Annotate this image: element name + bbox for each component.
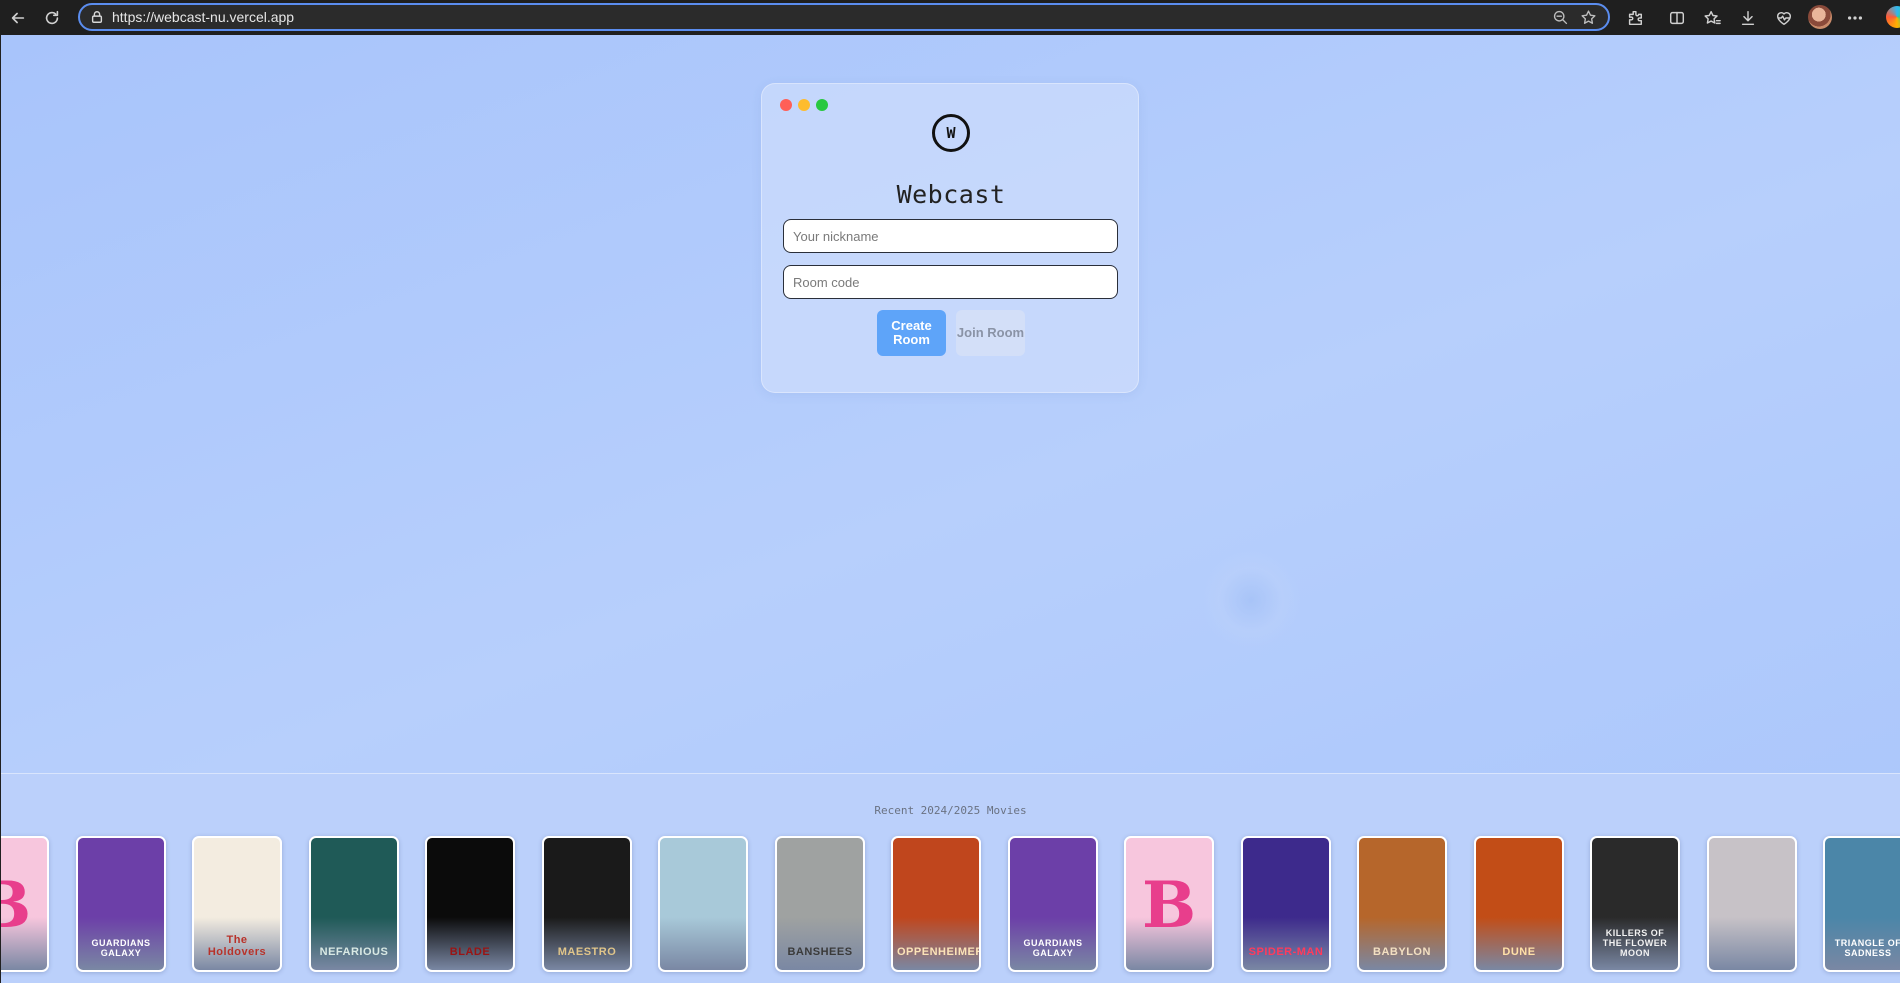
- join-card: W Webcast Create Room Join Room: [761, 83, 1139, 393]
- webcast-logo-icon: W: [932, 114, 970, 152]
- movie-poster-maestro[interactable]: MAESTRO: [542, 836, 632, 972]
- room-code-input[interactable]: [783, 265, 1118, 299]
- browser-essentials-icon[interactable]: [1771, 5, 1797, 31]
- movie-poster-oppenheimer[interactable]: OPPENHEIMER: [891, 836, 981, 972]
- movie-poster-babylon[interactable]: BABYLON: [1357, 836, 1447, 972]
- url-text[interactable]: https://webcast-nu.vercel.app: [112, 9, 294, 25]
- movie-poster-the-holdovers[interactable]: The Holdovers: [192, 836, 282, 972]
- profile-avatar[interactable]: [1808, 5, 1832, 29]
- movie-poster-triangle-of-sadness[interactable]: TRIANGLE OF SADNESS: [1823, 836, 1900, 972]
- address-bar[interactable]: https://webcast-nu.vercel.app: [78, 3, 1610, 31]
- refresh-icon[interactable]: [39, 5, 65, 31]
- movie-poster-spider-verse[interactable]: SPIDER-MAN: [1241, 836, 1331, 972]
- poster-title: GUARDIANS GALAXY: [1023, 938, 1083, 958]
- movie-poster-blade[interactable]: BLADE: [425, 836, 515, 972]
- poster-title: KILLERS OF THE FLOWER MOON: [1602, 928, 1668, 958]
- favorites-icon[interactable]: [1699, 5, 1725, 31]
- poster-title: The Holdovers: [207, 934, 267, 958]
- zoom-out-icon[interactable]: [1552, 9, 1570, 27]
- poster-title: DUNE: [1502, 946, 1536, 958]
- movie-poster-killers-of-the-flower-moon[interactable]: KILLERS OF THE FLOWER MOON: [1590, 836, 1680, 972]
- poster-title: B: [1141, 868, 1197, 943]
- join-room-button[interactable]: Join Room: [956, 310, 1025, 356]
- movies-heading: Recent 2024/2025 Movies: [874, 804, 1027, 817]
- window-maximize-dot: [816, 99, 828, 111]
- movie-poster-barbie[interactable]: B: [1, 836, 49, 972]
- movie-carousel: Recent 2024/2025 Movies B GUARDIANS GALAX…: [1, 773, 1900, 983]
- split-screen-icon[interactable]: [1664, 5, 1690, 31]
- browser-toolbar: https://webcast-nu.vercel.app: [0, 0, 1900, 35]
- poster-title: BANSHEES: [787, 946, 853, 958]
- movie-poster-banshees-of-inisherin[interactable]: BANSHEES: [775, 836, 865, 972]
- window-close-dot: [780, 99, 792, 111]
- movie-poster-poor-things[interactable]: [1707, 836, 1797, 972]
- copilot-icon[interactable]: [1886, 6, 1900, 28]
- movie-poster-greatest-beer-run[interactable]: [658, 836, 748, 972]
- poster-title: TRIANGLE OF SADNESS: [1834, 938, 1900, 958]
- poster-title: BABYLON: [1373, 946, 1431, 958]
- poster-title: MAESTRO: [557, 946, 617, 958]
- decorative-bubble: [1201, 550, 1301, 650]
- webpage: W Webcast Create Room Join Room Recent 2…: [1, 35, 1900, 983]
- poster-title: GUARDIANS GALAXY: [91, 938, 151, 958]
- app-title: Webcast: [896, 180, 1006, 209]
- poster-title: SPIDER-MAN: [1248, 946, 1324, 958]
- create-room-button[interactable]: Create Room: [877, 310, 946, 356]
- poster-title: NEFARIOUS: [319, 946, 389, 958]
- poster-title: OPPENHEIMER: [897, 946, 981, 958]
- movie-poster-barbie-2[interactable]: B: [1124, 836, 1214, 972]
- extensions-icon[interactable]: [1622, 5, 1648, 31]
- more-options-icon[interactable]: [1842, 5, 1868, 31]
- movie-poster-guardians-of-the-galaxy[interactable]: GUARDIANS GALAXY: [76, 836, 166, 972]
- movie-poster-dune[interactable]: DUNE: [1474, 836, 1564, 972]
- downloads-icon[interactable]: [1735, 5, 1761, 31]
- movie-poster-guardians-of-the-galaxy-2[interactable]: GUARDIANS GALAXY: [1008, 836, 1098, 972]
- window-minimize-dot: [798, 99, 810, 111]
- poster-title: B: [1, 868, 47, 943]
- back-icon[interactable]: [5, 5, 31, 31]
- favorite-star-icon[interactable]: [1580, 9, 1598, 27]
- movie-poster-nefarious[interactable]: NEFARIOUS: [309, 836, 399, 972]
- poster-title: BLADE: [449, 946, 491, 958]
- lock-icon[interactable]: [90, 10, 104, 24]
- nickname-input[interactable]: [783, 219, 1118, 253]
- logo-letter: W: [946, 124, 956, 142]
